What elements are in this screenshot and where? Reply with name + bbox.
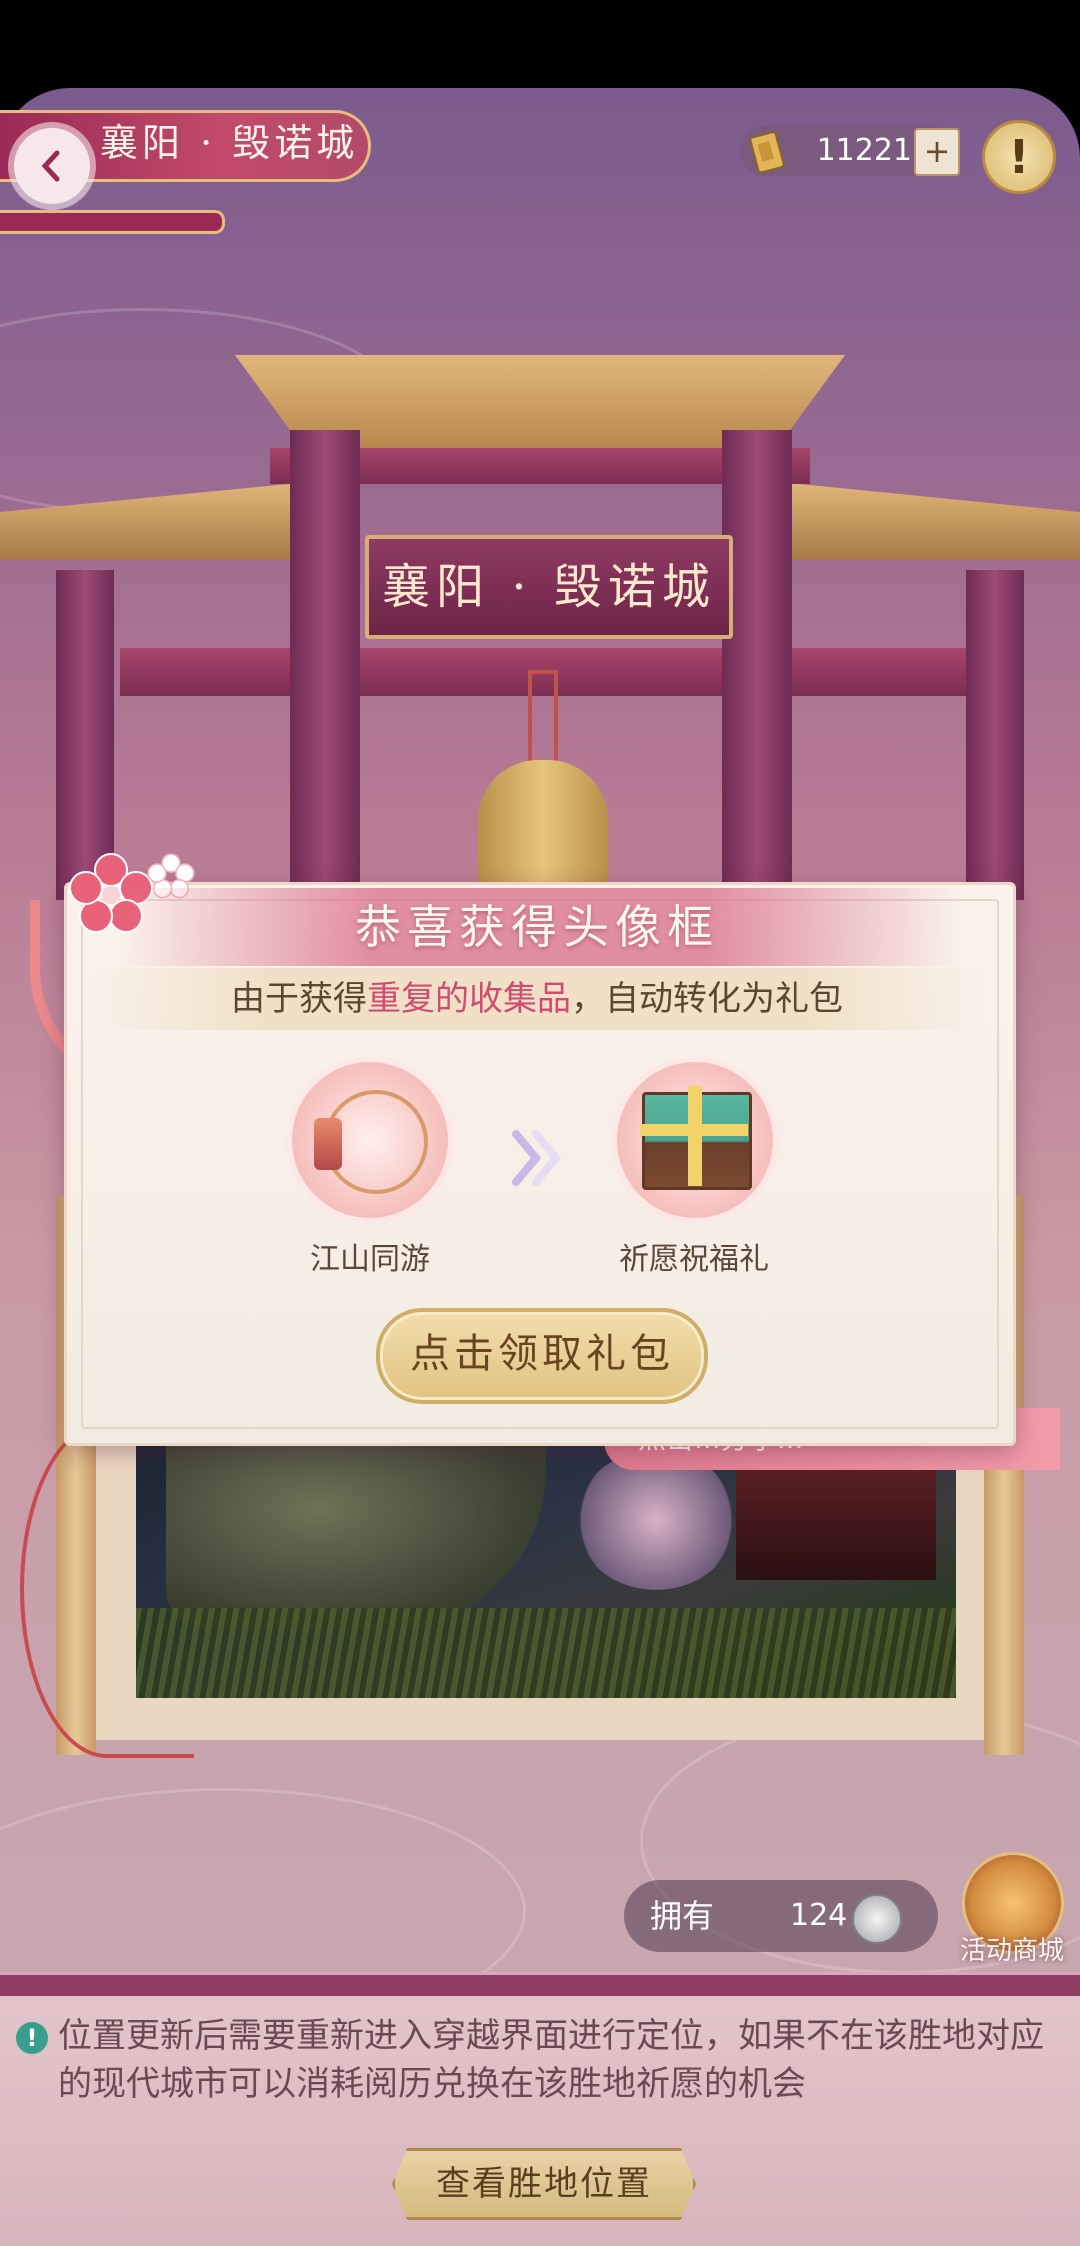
alert-button[interactable]: ! <box>982 120 1056 194</box>
subtitle-highlight: 重复的收集品 <box>367 979 571 1019</box>
cherry-tree <box>576 1450 736 1590</box>
to-item-label: 祈愿祝福礼 <box>619 1242 769 1277</box>
gate-pillar <box>290 430 360 890</box>
dialog-title: 恭喜获得头像框 <box>355 900 719 954</box>
temple-building <box>736 1470 936 1580</box>
lantern-icon <box>314 1118 342 1170</box>
video-preview[interactable] <box>136 1430 956 1698</box>
character-figure <box>166 1430 546 1630</box>
bottom-divider <box>0 1972 1080 1999</box>
currency-amount: 11221 <box>816 133 912 168</box>
add-currency-button[interactable]: + <box>914 128 960 176</box>
back-button[interactable] <box>14 128 90 204</box>
subtitle-prefix: 由于获得 <box>231 979 367 1019</box>
owned-label: 拥有 <box>650 1897 715 1935</box>
owned-count: 124 <box>790 1898 848 1933</box>
tassel-decoration <box>20 1420 194 1758</box>
notice-text: 位置更新后需要重新进入穿越界面进行定位，如果不在该胜地对应的现代城市可以消耗阅历… <box>58 2016 1044 2104</box>
grass <box>136 1608 956 1698</box>
from-item-label: 江山同游 <box>310 1242 430 1277</box>
gift-ribbon <box>688 1086 702 1186</box>
gate-pillar <box>966 570 1024 900</box>
gate-plaque: 襄阳 · 毁诺城 <box>365 535 733 639</box>
chevron-left-icon <box>41 150 60 182</box>
info-icon: ! <box>16 2022 48 2054</box>
claim-gift-button[interactable]: 点击领取礼包 <box>376 1308 708 1404</box>
location-title: 襄阳 · 毁诺城 <box>100 121 359 165</box>
dialog-subtitle: 由于获得重复的收集品，自动转化为礼包 <box>64 968 1010 1030</box>
subtitle-suffix: ，自动转化为礼包 <box>571 979 843 1019</box>
ticket-icon <box>749 131 785 174</box>
banner-tail-decoration <box>0 210 225 234</box>
gate-pillar <box>722 430 792 890</box>
double-chevron-right-icon <box>512 1130 562 1186</box>
shop-label[interactable]: 活动商城 <box>950 1930 1074 1967</box>
silver-bell-icon <box>852 1894 902 1944</box>
bell-rope <box>528 670 558 774</box>
gift-ribbon <box>640 1124 748 1136</box>
view-location-button[interactable]: 查看胜地位置 <box>392 2148 696 2220</box>
